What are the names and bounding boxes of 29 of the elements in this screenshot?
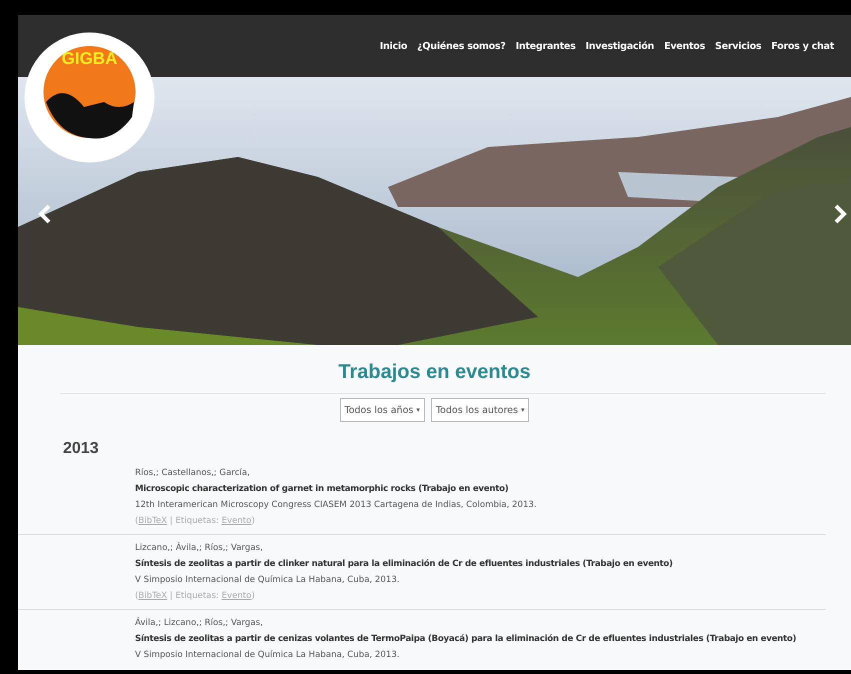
paren-text: ( <box>135 591 138 601</box>
page-title: Trabajos en eventos <box>337 360 532 385</box>
venue-text: 12th Interamerican Microscopy Congress CIASEM 2013 Cartagena de Indias, Colombia, 2013. <box>135 499 538 512</box>
logo-text: GIGBA <box>62 49 118 68</box>
publication-title: Microscopic characterization of garnet in metamorphic rocks (Trabajo en evento) <box>135 483 510 496</box>
nav-link[interactable]: Integrantes <box>510 40 580 52</box>
venue-text: V Simposio Internacional de Química La Habana, Cuba, 2013. <box>135 574 401 587</box>
nav-link[interactable]: Eventos <box>659 40 710 52</box>
tags-label: Etiquetas: <box>175 591 219 601</box>
publication-title: Síntesis de zeolitas a partir de cenizas volantes de TermoPaipa (Boyacá) para la eliminación de Cr de efluentes industriales (Trabajo en evento) <box>135 633 798 646</box>
venue-text: V Simposio Internacional de Química La Habana, Cuba, 2013. <box>135 649 401 662</box>
nav-link[interactable]: Foros y chat <box>766 40 839 52</box>
paren-text: ( <box>135 516 138 526</box>
authors-text: Ríos,; Castellanos,; García, <box>135 467 251 480</box>
nav-link[interactable]: Inicio <box>374 40 412 52</box>
separator-text: | <box>170 591 173 601</box>
year-heading: 2013 <box>62 439 100 459</box>
paren-text: ) <box>251 591 255 601</box>
paren-text: ) <box>251 516 255 526</box>
authors-text: Lizcano,; Ávila,; Ríos,; Vargas, <box>135 541 264 555</box>
nav-link[interactable]: ¿Quiénes somos? <box>412 40 511 52</box>
nav-link[interactable]: Investigación <box>580 40 660 52</box>
authors-text: Ávila,; Lizcano,; Ríos,; Vargas, <box>135 616 264 630</box>
chevron-right-icon[interactable] <box>833 204 847 224</box>
nav-link[interactable]: Servicios <box>710 40 766 52</box>
publication-title: Síntesis de zeolitas a partir de clinker natural para la eliminación de Cr de efluentes industriales (Trabajo en evento) <box>135 558 674 571</box>
tags-label: Etiquetas: <box>175 516 219 526</box>
separator-text: | <box>170 516 173 526</box>
chevron-left-icon[interactable] <box>38 204 52 224</box>
